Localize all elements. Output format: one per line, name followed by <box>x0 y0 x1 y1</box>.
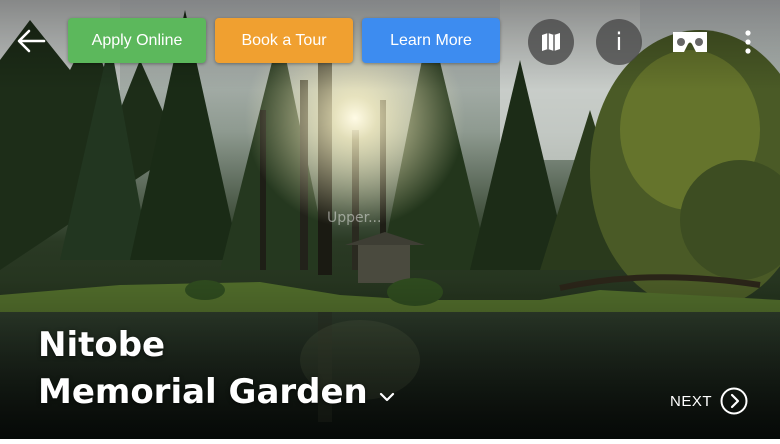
vr-mode-button[interactable] <box>670 28 710 56</box>
chevron-right-circle-icon <box>720 387 748 415</box>
next-button[interactable]: NEXT <box>670 387 748 415</box>
more-options-button[interactable] <box>736 26 760 58</box>
back-button[interactable] <box>14 26 48 56</box>
book-a-tour-button[interactable]: Book a Tour <box>215 18 353 63</box>
apply-online-button[interactable]: Apply Online <box>68 18 206 63</box>
info-icon: i <box>615 28 623 56</box>
info-button[interactable]: i <box>596 19 642 65</box>
chevron-down-icon[interactable] <box>378 370 396 417</box>
arrow-left-icon <box>17 29 46 53</box>
hotspot-label[interactable]: Upper... <box>327 210 381 226</box>
location-title-line2: Memorial Garden <box>38 372 368 412</box>
next-label: NEXT <box>670 392 713 410</box>
map-button[interactable] <box>528 19 574 65</box>
map-icon <box>542 33 560 51</box>
location-title[interactable]: Nitobe Memorial Garden <box>38 322 396 417</box>
location-title-line1: Nitobe <box>38 325 166 365</box>
more-vertical-icon <box>745 30 751 54</box>
vr-headset-icon <box>673 32 707 52</box>
learn-more-button[interactable]: Learn More <box>362 18 500 63</box>
